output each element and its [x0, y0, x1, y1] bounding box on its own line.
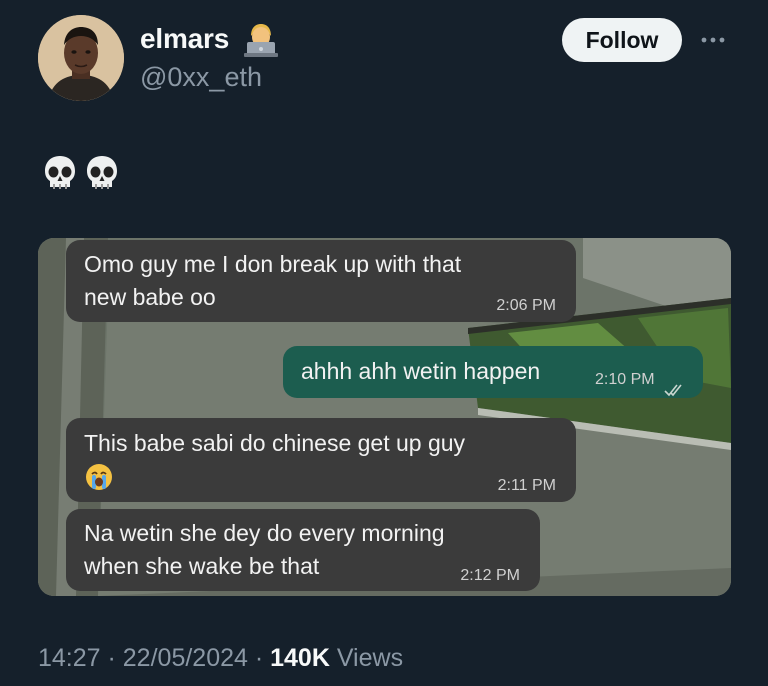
- chat-message-incoming: Na wetin she dey do every morning when s…: [66, 509, 540, 591]
- post-meta: 14:27 · 22/05/2024 · 140K Views: [38, 644, 403, 673]
- chat-message-outgoing: ahhh ahh wetin happen 2:10 PM: [283, 346, 703, 398]
- message-text-line: This babe sabi do chinese get up guy: [84, 430, 466, 456]
- chat-message-incoming: Omo guy me I don break up with that new …: [66, 240, 576, 322]
- ellipsis-icon[interactable]: [696, 30, 730, 50]
- meta-separator: ·: [100, 644, 123, 672]
- avatar[interactable]: [38, 15, 124, 101]
- skull-emoji-icon: [84, 154, 120, 192]
- chat-message-incoming: This babe sabi do chinese get up guy 2:1…: [66, 418, 576, 502]
- double-check-icon: [663, 373, 685, 397]
- post-time[interactable]: 14:27: [38, 644, 101, 672]
- message-text-line: Omo guy me I don break up with that: [84, 251, 462, 277]
- post-date[interactable]: 22/05/2024: [123, 644, 248, 672]
- message-time: 2:10 PM: [595, 371, 655, 388]
- views-count[interactable]: 140K: [270, 644, 330, 672]
- post-media[interactable]: Omo guy me I don break up with that new …: [38, 238, 731, 596]
- follow-button[interactable]: Follow: [562, 18, 682, 62]
- message-text-line: ahhh ahh wetin happen: [301, 358, 541, 384]
- meta-separator: ·: [247, 644, 271, 672]
- message-time: 2:11 PM: [497, 477, 556, 494]
- views-label: Views: [329, 644, 404, 672]
- profile-photo: [38, 15, 124, 101]
- message-text-line: Na wetin she dey do every morning: [84, 520, 445, 546]
- message-text-line: when she wake be that: [84, 553, 320, 579]
- skull-emoji-icon: [42, 154, 78, 192]
- message-time: 2:06 PM: [496, 297, 556, 314]
- user-handle[interactable]: @0xx_eth: [140, 62, 262, 93]
- message-time: 2:12 PM: [460, 567, 520, 584]
- technologist-emoji-icon: [244, 22, 278, 58]
- message-text-line: new babe oo: [84, 284, 216, 310]
- loudly-crying-face-emoji-icon: [84, 462, 114, 492]
- display-name[interactable]: elmars: [140, 23, 229, 55]
